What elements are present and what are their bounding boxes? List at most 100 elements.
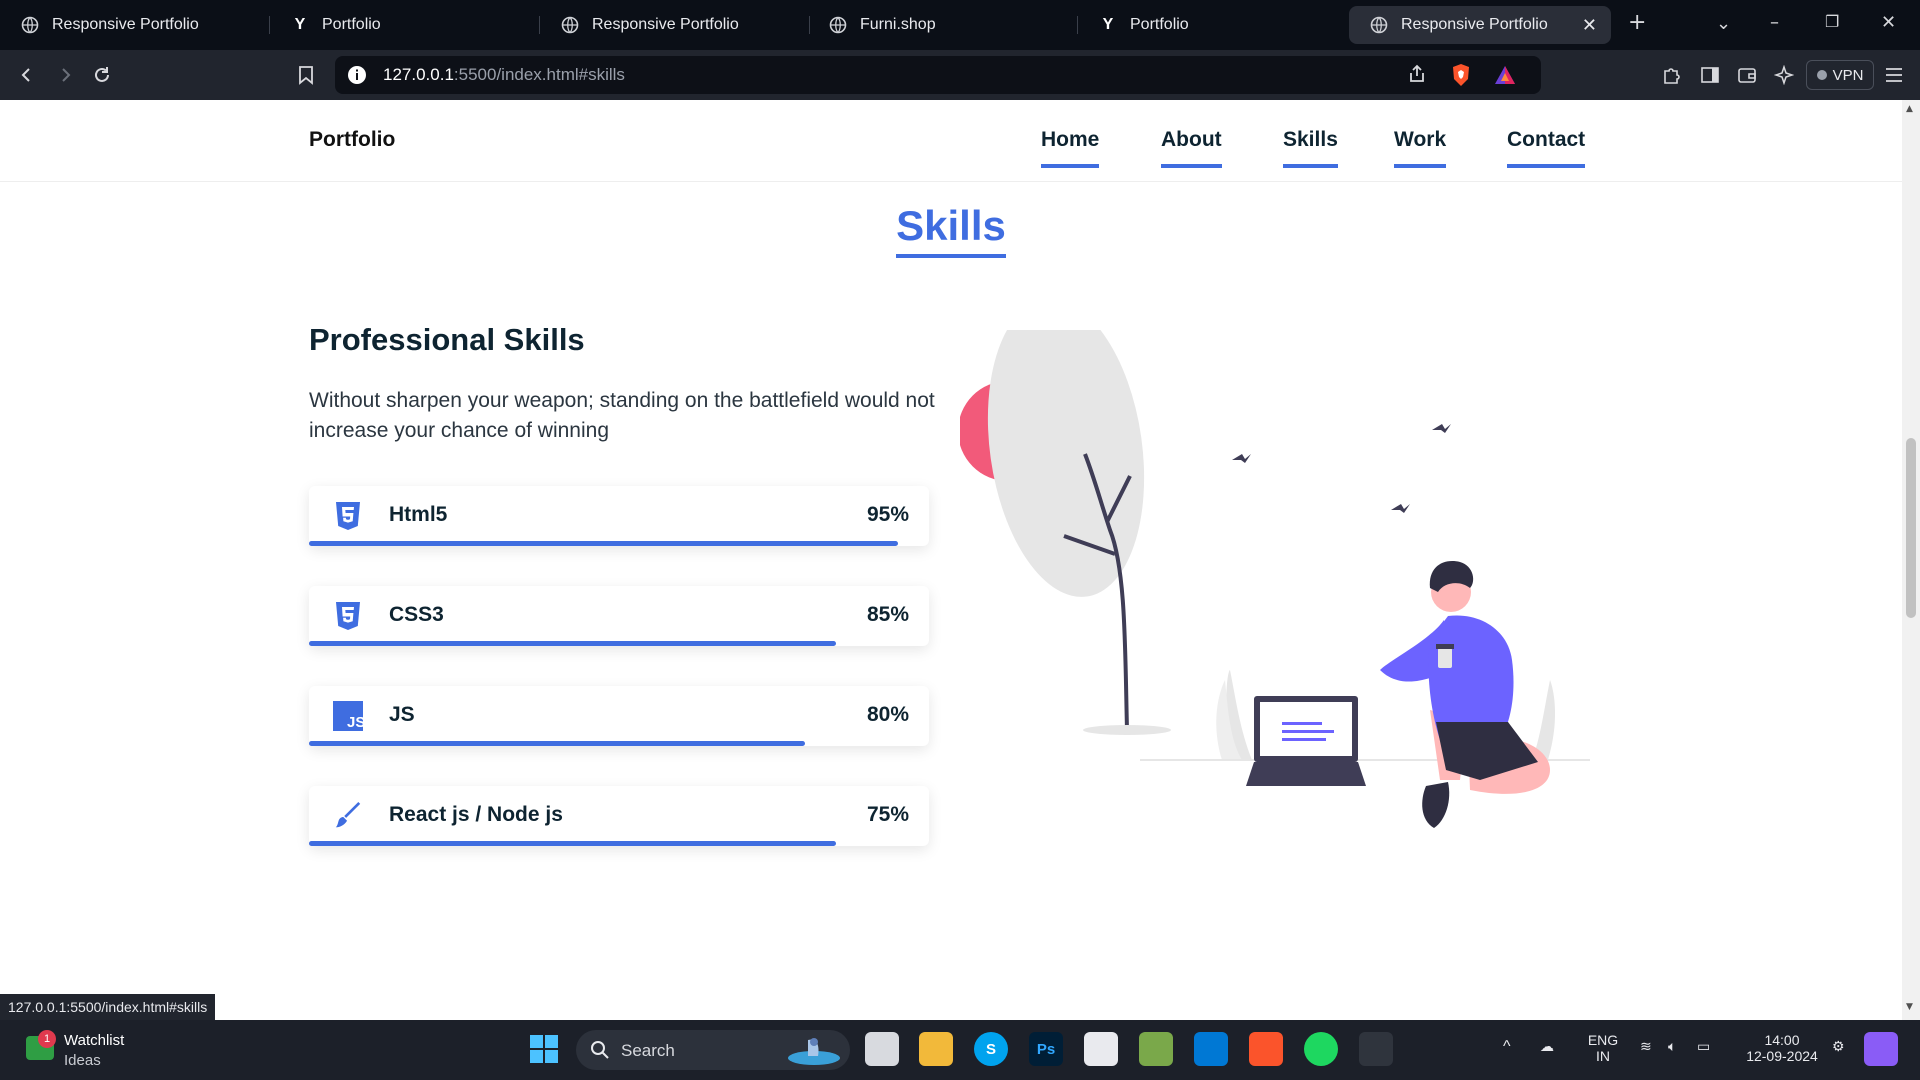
clock[interactable]: 14:00 12-09-2024 — [1738, 1032, 1826, 1064]
page-scrollbar[interactable]: ▲ ▼ — [1902, 100, 1920, 1020]
page-viewport: Portfolio Home About Skills Work Contact… — [0, 100, 1902, 1020]
back-icon[interactable] — [14, 62, 40, 88]
scrollbar-thumb[interactable] — [1906, 438, 1916, 618]
link-status-tooltip: 127.0.0.1:5500/index.html#skills — [0, 994, 216, 1020]
notification-badge: 1 — [38, 1030, 56, 1048]
globe-icon — [560, 15, 580, 35]
spotify-icon[interactable] — [1304, 1032, 1338, 1066]
battery-icon[interactable]: ▭ — [1697, 1038, 1710, 1055]
skill-card-js: JS JS 80% — [309, 686, 929, 746]
minimize-icon[interactable]: – — [1770, 12, 1779, 33]
skill-name: CSS3 — [389, 603, 444, 626]
skill-progress-bar — [309, 641, 836, 646]
site-info-icon[interactable] — [347, 65, 367, 89]
skype-icon[interactable]: S — [974, 1032, 1008, 1066]
close-tab-icon[interactable]: ✕ — [1582, 15, 1597, 36]
menu-icon[interactable] — [1881, 62, 1907, 88]
tab-search-chevron-icon[interactable]: ⌄ — [1716, 13, 1731, 34]
nav-link-home[interactable]: Home — [1041, 128, 1100, 168]
settings-gear-icon[interactable]: ⚙ — [1832, 1038, 1845, 1055]
nav-link-work[interactable]: Work — [1394, 128, 1447, 168]
vscode-icon[interactable] — [1194, 1032, 1228, 1066]
address-bar[interactable]: 127.0.0.1:5500/index.html#skills — [335, 56, 1541, 94]
nav-link-about[interactable]: About — [1161, 128, 1222, 168]
scroll-down-arrow-icon[interactable]: ▼ — [1906, 1002, 1913, 1012]
clock-time: 14:00 — [1764, 1032, 1800, 1048]
language-indicator[interactable]: ENG IN — [1584, 1032, 1622, 1064]
skill-percent: 75% — [866, 803, 909, 826]
extensions-icon[interactable] — [1659, 62, 1685, 88]
microsoft-store-icon[interactable] — [1084, 1032, 1118, 1066]
sidebar-icon[interactable] — [1697, 62, 1723, 88]
brave-shields-icon[interactable] — [1450, 63, 1472, 91]
restore-icon[interactable]: ❐ — [1825, 12, 1839, 31]
vpn-button[interactable]: VPN — [1806, 60, 1874, 90]
svg-text:JS: JS — [347, 714, 363, 731]
laptop-screen — [1260, 702, 1352, 756]
skill-name: Html5 — [389, 503, 448, 526]
share-icon[interactable] — [1407, 64, 1427, 88]
tab-3[interactable]: Responsive Portfolio — [540, 6, 810, 44]
taskbar-search[interactable]: Search — [576, 1030, 850, 1070]
tab-title: Responsive Portfolio — [592, 16, 739, 33]
wallet-icon[interactable] — [1734, 62, 1760, 88]
tab-6-active[interactable]: Responsive Portfolio ✕ — [1349, 6, 1611, 44]
brave-browser-icon[interactable] — [1249, 1032, 1283, 1066]
tab-title: Portfolio — [1130, 16, 1189, 33]
js-icon: JS — [333, 701, 363, 731]
tab-title: Responsive Portfolio — [1401, 16, 1548, 33]
skill-name: JS — [389, 703, 415, 726]
skill-percent: 80% — [866, 703, 909, 726]
tray-overflow-chevron-icon[interactable]: ^ — [1503, 1038, 1511, 1056]
search-highlight-icon — [786, 1034, 842, 1070]
section-heading: Skills — [0, 202, 1902, 258]
file-explorer-icon[interactable] — [919, 1032, 953, 1066]
clock-date: 12-09-2024 — [1746, 1048, 1818, 1064]
developer-illustration — [960, 330, 1590, 828]
terminal-icon[interactable] — [1359, 1032, 1393, 1066]
tab-2[interactable]: Y Portfolio — [270, 6, 540, 44]
laptop-line — [1282, 722, 1322, 725]
bird-shape — [1232, 454, 1251, 463]
brave-rewards-icon[interactable] — [1493, 64, 1517, 90]
bookmark-icon[interactable] — [293, 62, 319, 88]
skill-card-css3: CSS3 85% — [309, 586, 929, 646]
paint-icon[interactable] — [1139, 1032, 1173, 1066]
photoshop-icon[interactable]: Ps — [1029, 1032, 1063, 1066]
url-text: 127.0.0.1:5500/index.html#skills — [383, 65, 625, 84]
widget-subtitle: Ideas — [64, 1052, 101, 1069]
leo-ai-icon[interactable] — [1771, 62, 1797, 88]
site-logo[interactable]: Portfolio — [309, 128, 395, 152]
browser-toolbar: 127.0.0.1:5500/index.html#skills VPN — [0, 50, 1920, 100]
forward-icon[interactable] — [52, 62, 78, 88]
task-view-icon[interactable] — [865, 1032, 899, 1066]
vpn-status-dot — [1816, 70, 1827, 80]
windows-taskbar: 1 Watchlist Ideas Search S Ps ^ ☁ ENG IN… — [0, 1020, 1920, 1080]
close-window-icon[interactable]: ✕ — [1881, 12, 1896, 33]
tab-5[interactable]: Y Portfolio — [1078, 6, 1348, 44]
copilot-icon[interactable] — [1864, 1032, 1898, 1066]
start-windows-icon[interactable] — [527, 1032, 561, 1066]
scroll-up-arrow-icon[interactable]: ▲ — [1906, 104, 1913, 114]
person-shoe — [1422, 782, 1450, 828]
wifi-icon[interactable]: ≋ — [1640, 1038, 1652, 1055]
person-torso — [1428, 615, 1514, 740]
tab-4[interactable]: Furni.shop — [808, 6, 1078, 44]
globe-icon — [1369, 15, 1389, 35]
bird-shape — [1391, 504, 1410, 513]
skill-progress-bar — [309, 741, 805, 746]
globe-icon — [20, 15, 40, 35]
coffee-lid — [1436, 644, 1454, 649]
tab-title: Portfolio — [322, 16, 381, 33]
volume-icon[interactable]: 🔈︎ — [1668, 1038, 1676, 1055]
tab-1[interactable]: Responsive Portfolio — [0, 6, 270, 44]
new-tab-icon[interactable]: + — [1628, 10, 1646, 35]
coffee-cup — [1438, 648, 1452, 668]
language-code: ENG — [1587, 1032, 1619, 1048]
nav-link-contact[interactable]: Contact — [1507, 128, 1586, 168]
brush-icon — [333, 801, 363, 831]
professional-skills-title: Professional Skills — [309, 322, 585, 357]
nav-link-skills[interactable]: Skills — [1283, 128, 1338, 168]
reload-icon[interactable] — [89, 62, 115, 88]
onedrive-icon[interactable]: ☁ — [1540, 1038, 1554, 1055]
